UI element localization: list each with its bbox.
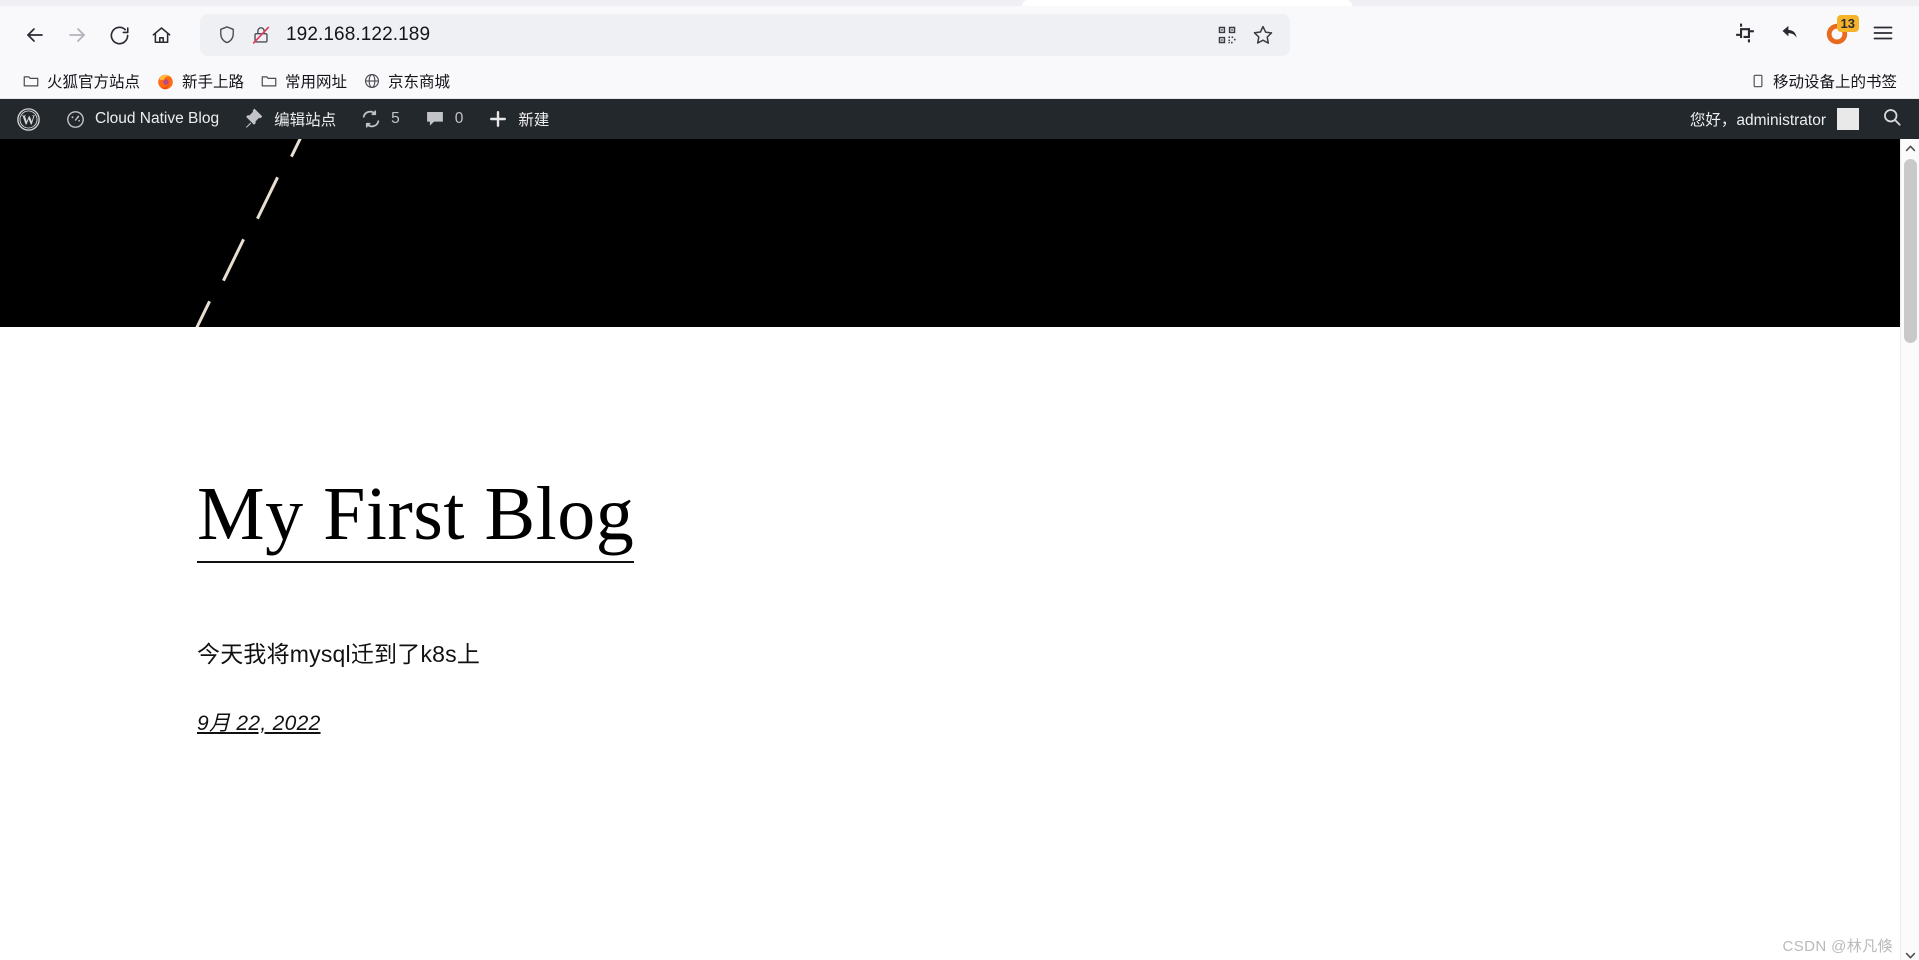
search-icon	[1881, 106, 1903, 133]
bookmark-label: 火狐官方站点	[47, 74, 141, 91]
forward-arrow-icon	[65, 23, 89, 47]
bookmark-label: 新手上路	[182, 74, 245, 91]
wp-customize-label: 编辑站点	[274, 112, 337, 129]
firefox-icon	[156, 72, 175, 91]
globe-icon	[363, 72, 381, 90]
lock-broken-icon[interactable]	[250, 24, 272, 46]
browser-toolbar: 192.168.122.189 13	[0, 6, 1919, 64]
wp-new-label: 新建	[518, 112, 550, 129]
wp-site-name[interactable]: Cloud Native Blog	[53, 99, 231, 139]
undo-close-tab-button[interactable]	[1769, 14, 1813, 56]
bookmark-item-1[interactable]: 新手上路	[148, 67, 252, 95]
wp-site-name-label: Cloud Native Blog	[95, 110, 220, 127]
wp-search-button[interactable]	[1869, 99, 1915, 139]
plus-icon	[487, 108, 509, 130]
wp-greeting-label: 您好，administrator	[1689, 112, 1826, 129]
bookmark-item-3[interactable]: 京东商城	[355, 67, 458, 95]
url-bar[interactable]: 192.168.122.189	[200, 14, 1290, 56]
site-main-content: My First Blog 今天我将mysql迁到了k8s上 9月 22, 20…	[0, 327, 1919, 737]
mobile-device-icon	[1750, 72, 1766, 90]
back-arrow-icon	[23, 23, 47, 47]
wp-customize-site[interactable]: 编辑站点	[231, 99, 348, 139]
post-excerpt: 今天我将mysql迁到了k8s上	[197, 640, 481, 667]
watermark: CSDN @林凡倏	[1782, 938, 1893, 955]
screenshot-button[interactable]	[1723, 14, 1767, 56]
active-tab[interactable]	[1022, 0, 1352, 6]
comment-bubble-icon	[424, 108, 446, 130]
bookmark-label: 移动设备上的书签	[1772, 74, 1897, 91]
wp-logo-menu[interactable]: W	[4, 99, 53, 139]
bookmark-item-2[interactable]: 常用网址	[252, 67, 355, 95]
scroll-up-arrow-icon[interactable]	[1901, 139, 1919, 157]
bookmark-star-icon[interactable]	[1246, 18, 1280, 52]
url-text[interactable]: 192.168.122.189	[286, 24, 1208, 46]
page-viewport: My First Blog 今天我将mysql迁到了k8s上 9月 22, 20…	[0, 139, 1919, 960]
decorative-line	[188, 300, 211, 327]
home-icon	[150, 24, 173, 47]
decorative-line	[256, 176, 279, 220]
avatar	[1837, 108, 1859, 130]
wp-account-menu[interactable]: 您好，administrator	[1680, 108, 1869, 130]
forward-button[interactable]	[56, 14, 98, 56]
decorative-line	[222, 238, 245, 282]
downloads-button[interactable]: 13	[1815, 14, 1859, 56]
scroll-down-arrow-icon[interactable]	[1901, 946, 1919, 960]
bookmark-item-mobile[interactable]: 移动设备上的书签	[1742, 67, 1905, 95]
bookmark-label: 常用网址	[285, 74, 348, 91]
browser-chrome: 192.168.122.189 13 火狐官方站点 新手上路 常用网址 京东商城…	[0, 0, 1919, 99]
wp-updates[interactable]: 5	[348, 99, 412, 139]
downloads-badge: 13	[1836, 15, 1859, 32]
hamburger-menu-icon	[1871, 21, 1895, 50]
decorative-line	[290, 139, 313, 158]
bookmark-item-0[interactable]: 火狐官方站点	[14, 67, 148, 95]
reload-icon	[108, 24, 131, 47]
undo-arrow-icon	[1778, 20, 1804, 51]
vertical-scrollbar[interactable]	[1900, 139, 1919, 960]
wp-new-content[interactable]: 新建	[475, 99, 561, 139]
folder-icon	[260, 72, 278, 90]
wp-comments[interactable]: 0	[412, 99, 476, 139]
post-title-link[interactable]: My First Blog	[197, 474, 635, 563]
wordpress-logo-icon: W	[16, 107, 41, 132]
home-button[interactable]	[140, 14, 182, 56]
site-header-banner	[0, 139, 1900, 327]
pin-icon	[243, 108, 265, 130]
back-button[interactable]	[14, 14, 56, 56]
wp-updates-count: 5	[391, 110, 400, 127]
wordpress-admin-bar: W Cloud Native Blog 编辑站点 5 0 新建 您好，admin…	[0, 99, 1919, 139]
bookmarks-bar: 火狐官方站点 新手上路 常用网址 京东商城 移动设备上的书签	[0, 64, 1919, 99]
scrollbar-thumb[interactable]	[1903, 159, 1917, 343]
dashboard-gauge-icon	[65, 109, 86, 130]
wp-adminbar-right: 您好，administrator	[1680, 99, 1919, 139]
reload-button[interactable]	[98, 14, 140, 56]
svg-text:W: W	[22, 112, 36, 127]
qr-code-icon[interactable]	[1210, 18, 1244, 52]
crop-icon	[1733, 21, 1757, 50]
post-date-link[interactable]: 9月 22, 2022	[197, 707, 321, 737]
bookmark-label: 京东商城	[388, 74, 451, 91]
folder-icon	[22, 72, 40, 90]
tab-strip	[0, 0, 1919, 6]
wp-comments-count: 0	[454, 110, 464, 127]
toolbar-right-group: 13	[1713, 14, 1905, 56]
shield-icon[interactable]	[216, 24, 238, 46]
app-menu-button[interactable]	[1861, 14, 1905, 56]
updates-icon	[360, 108, 382, 130]
